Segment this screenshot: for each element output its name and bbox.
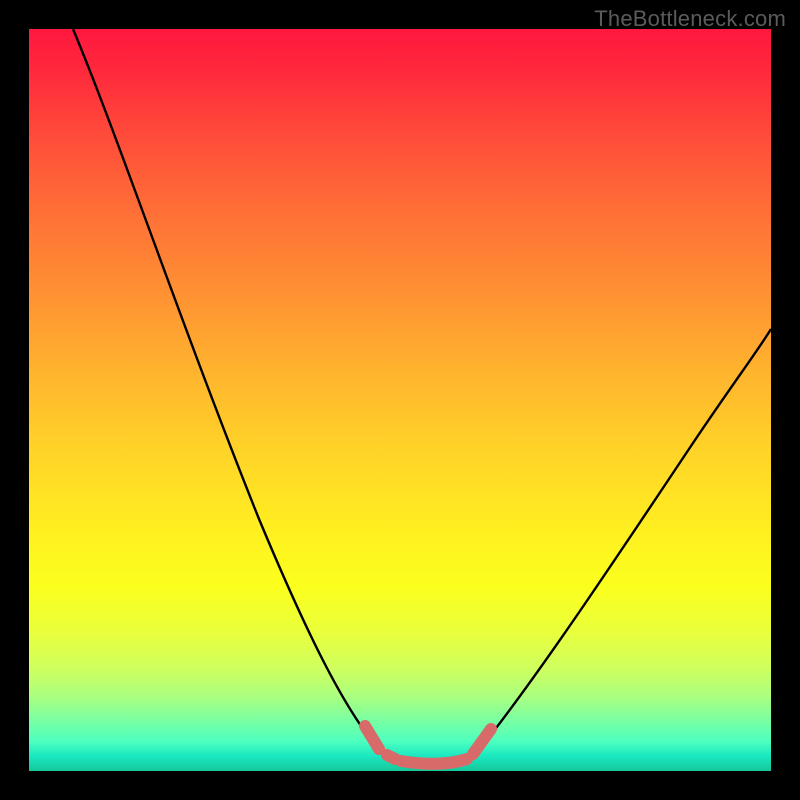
marker-right-dash	[473, 729, 491, 754]
chart-frame: TheBottleneck.com	[0, 0, 800, 800]
marker-left-dash	[365, 726, 379, 749]
optimal-range-markers	[29, 29, 771, 771]
marker-left-joint	[387, 755, 395, 759]
watermark-text: TheBottleneck.com	[594, 6, 786, 32]
marker-bottom-dash	[401, 759, 467, 764]
plot-area	[29, 29, 771, 771]
